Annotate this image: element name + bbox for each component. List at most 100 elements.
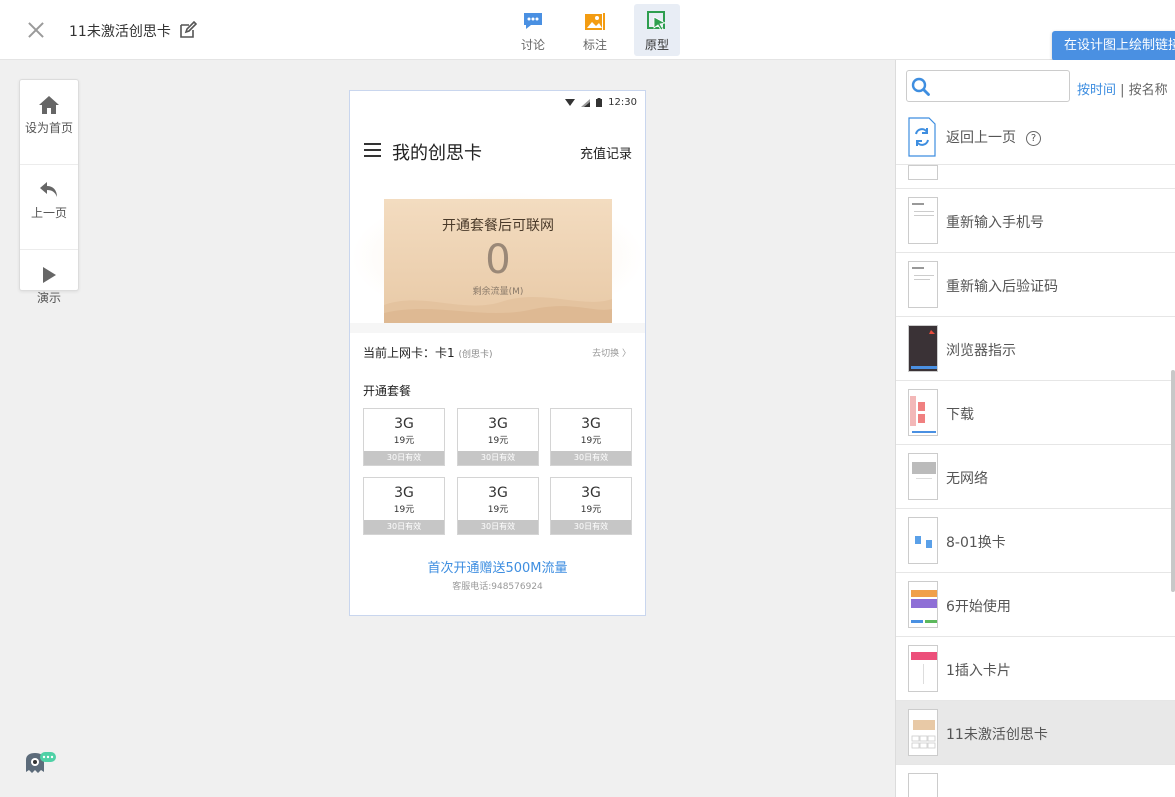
close-icon[interactable] <box>24 18 48 42</box>
package-size: 3G <box>488 416 508 432</box>
panel-scrollbar[interactable] <box>1171 370 1175 592</box>
current-card-note: (创思卡) <box>458 350 493 360</box>
pages-panel: 按时间 | 按名称 返回上一页? 重新输入手机号 重新输入后验证码 浏览器指示 … <box>895 60 1175 797</box>
home-icon <box>39 96 59 114</box>
thumb-form <box>912 267 934 280</box>
page-item-label: 6开始使用 <box>946 599 1011 615</box>
page-item-label: 重新输入手机号 <box>946 215 1044 231</box>
help-icon[interactable]: ? <box>1026 131 1041 146</box>
page-item-label: 8-01换卡 <box>946 535 1006 551</box>
package-card: 3G 19元 30日有效 <box>550 408 632 466</box>
left-toolbar: 设为首页 上一页 演示 <box>19 79 79 305</box>
promo-text: 首次开通赠送500M流量 <box>427 561 568 576</box>
prototype-cursor-icon <box>647 11 667 31</box>
page-item[interactable]: 浏览器指示 <box>896 317 1175 381</box>
package-card: 3G 19元 30日有效 <box>457 477 539 535</box>
page-item-label: 1插入卡片 <box>946 663 1011 679</box>
draw-link-button[interactable]: 在设计图上绘制链接 <box>1052 31 1175 61</box>
prototype-page-title: 我的创思卡 <box>392 143 482 164</box>
set-home-label: 设为首页 <box>24 121 73 135</box>
page-item-current[interactable]: 11未激活创思卡 <box>896 701 1175 765</box>
chat-bubble-icon <box>524 13 542 29</box>
tab-annotate[interactable]: 标注 <box>572 4 618 56</box>
set-home-button[interactable]: 设为首页 <box>20 95 78 165</box>
wifi-icon <box>565 98 576 106</box>
page-item[interactable]: 重新输入手机号 <box>896 189 1175 253</box>
package-validity: 30日有效 <box>458 520 538 534</box>
tab-discuss-label: 讨论 <box>520 38 545 52</box>
prototype-screen[interactable]: 12:30 我的创思卡 充值记录 开通套餐后可联网 0 剩余流量(M) 当前上网… <box>349 90 646 616</box>
package-validity: 30日有效 <box>551 520 631 534</box>
package-size: 3G <box>488 485 508 501</box>
page-search <box>906 70 1070 102</box>
package-size: 3G <box>581 485 601 501</box>
top-bar: 11未激活创思卡 讨论 标注 原型 在设计图上绘制链接 <box>0 0 1175 61</box>
package-validity: 30日有效 <box>458 451 538 465</box>
package-card: 3G 19元 30日有效 <box>363 477 445 535</box>
package-price: 19元 <box>487 505 509 515</box>
back-to-previous-item[interactable]: 返回上一页? <box>896 105 1175 165</box>
tab-annotate-label: 标注 <box>582 38 607 52</box>
package-size: 3G <box>581 416 601 432</box>
chat-widget-icon[interactable] <box>24 752 56 776</box>
package-price: 19元 <box>580 505 602 515</box>
package-card: 3G 19元 30日有效 <box>457 408 539 466</box>
page-item-label: 下载 <box>946 407 974 423</box>
page-item[interactable]: 8-01换卡 <box>896 509 1175 573</box>
previous-page-button[interactable]: 上一页 <box>20 180 78 250</box>
thumb-start <box>911 590 937 623</box>
package-price: 19元 <box>580 436 602 446</box>
page-item-partial[interactable] <box>896 165 1175 189</box>
page-item[interactable]: 重新输入后验证码 <box>896 253 1175 317</box>
battery-icon <box>596 98 603 107</box>
play-icon <box>43 267 56 283</box>
sort-by-name[interactable]: 按名称 <box>1129 83 1168 98</box>
page-thumbnail <box>908 709 938 756</box>
section-divider <box>350 323 645 333</box>
package-size: 3G <box>394 485 414 501</box>
signal-icon <box>581 98 591 107</box>
thumb-switch-card <box>915 536 932 548</box>
switch-card-link: 去切换 〉 <box>592 349 631 359</box>
sort-separator: | <box>1116 83 1129 98</box>
page-item[interactable]: 下载 <box>896 381 1175 445</box>
sort-by-time[interactable]: 按时间 <box>1077 83 1116 98</box>
page-item[interactable]: 6开始使用 <box>896 573 1175 637</box>
package-price: 19元 <box>393 505 415 515</box>
page-item-partial[interactable] <box>896 765 1175 797</box>
plans-heading: 开通套餐 <box>363 384 412 398</box>
page-thumbnail <box>908 773 938 797</box>
status-time: 12:30 <box>608 97 637 108</box>
card-heading: 开通套餐后可联网 <box>442 218 554 234</box>
thumb-browser <box>911 330 937 369</box>
search-input[interactable] <box>935 75 1065 97</box>
data-card: 开通套餐后可联网 0 剩余流量(M) <box>384 199 612 323</box>
back-to-previous-label: 返回上一页? <box>946 127 1041 147</box>
back-arrow-icon <box>40 182 57 197</box>
present-button[interactable]: 演示 <box>20 265 78 335</box>
present-label: 演示 <box>36 291 61 305</box>
page-thumbnail <box>908 325 938 372</box>
edit-icon[interactable] <box>179 21 197 39</box>
package-size: 3G <box>394 416 414 432</box>
tab-discuss[interactable]: 讨论 <box>510 4 556 56</box>
page-item-label: 浏览器指示 <box>946 343 1016 359</box>
tab-prototype[interactable]: 原型 <box>634 4 680 56</box>
image-annotate-icon <box>585 13 605 30</box>
package-validity: 30日有效 <box>551 451 631 465</box>
page-item[interactable]: 无网络 <box>896 445 1175 509</box>
search-icon <box>911 77 930 96</box>
page-thumbnail <box>908 645 938 692</box>
thumb-no-network <box>912 462 936 479</box>
remaining-data-value: 0 <box>485 237 511 283</box>
thumb-insert-card <box>911 652 937 684</box>
page-item-label: 重新输入后验证码 <box>946 279 1058 295</box>
package-price: 19元 <box>487 436 509 446</box>
sort-options: 按时间 | 按名称 <box>1077 79 1168 98</box>
recharge-record-link: 充值记录 <box>579 147 632 162</box>
page-thumbnail <box>908 517 938 564</box>
thumb-download <box>910 396 936 433</box>
page-thumbnail <box>908 165 938 180</box>
page-item[interactable]: 1插入卡片 <box>896 637 1175 701</box>
page-thumbnail <box>908 453 938 500</box>
